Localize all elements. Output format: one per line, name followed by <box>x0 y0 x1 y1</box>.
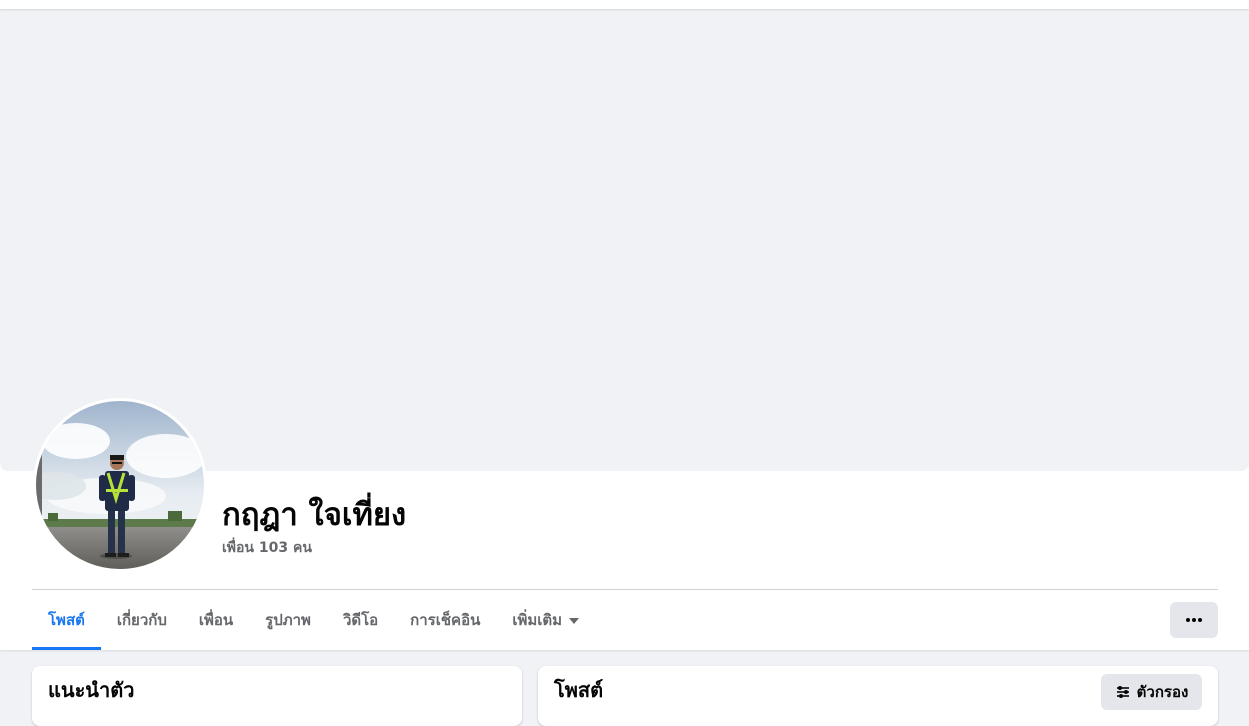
tab-about[interactable]: เกี่ยวกับ <box>101 590 183 650</box>
profile-tabs: โพสต์ เกี่ยวกับ เพื่อน รูปภาพ วิดีโอ การ… <box>32 590 595 650</box>
sliders-icon <box>1116 686 1129 698</box>
tab-label: เพิ่มเติม <box>512 611 563 629</box>
tab-label: รูปภาพ <box>265 611 311 629</box>
tab-label: เกี่ยวกับ <box>116 611 167 629</box>
tab-label: เพื่อน <box>198 611 234 629</box>
intro-title: แนะนำตัว <box>48 678 135 702</box>
ellipsis-icon <box>1186 618 1202 622</box>
profile-photo-image <box>36 401 204 569</box>
tab-label: โพสต์ <box>48 611 85 629</box>
profile-picture[interactable] <box>33 398 207 572</box>
cover-photo[interactable] <box>0 9 1249 471</box>
tab-label: การเช็คอิน <box>410 611 481 629</box>
filter-button[interactable]: ตัวกรอง <box>1101 674 1202 710</box>
tab-label: วิดีโอ <box>342 611 379 629</box>
tab-posts[interactable]: โพสต์ <box>32 590 101 650</box>
tab-videos[interactable]: วิดีโอ <box>327 590 394 650</box>
top-navigation-bar <box>0 0 1249 9</box>
profile-header: กฤฎา ใจเที่ยง เพื่อน 103 คน โพสต์ เกี่ยว… <box>0 9 1249 650</box>
tab-photos[interactable]: รูปภาพ <box>249 590 327 650</box>
friends-count-link[interactable]: เพื่อน 103 คน <box>222 537 312 559</box>
posts-card: โพสต์ ตัวกรอง <box>538 666 1218 726</box>
intro-card: แนะนำตัว <box>32 666 522 726</box>
tab-more[interactable]: เพิ่มเติม <box>496 590 595 650</box>
profile-name: กฤฎา ใจเที่ยง <box>222 497 407 533</box>
filter-label: ตัวกรอง <box>1136 683 1189 701</box>
tab-friends[interactable]: เพื่อน <box>183 590 249 650</box>
tab-check-ins[interactable]: การเช็คอิน <box>394 590 496 650</box>
more-options-button[interactable] <box>1170 602 1218 638</box>
posts-title: โพสต์ <box>554 678 604 702</box>
caret-down-icon <box>569 618 580 624</box>
